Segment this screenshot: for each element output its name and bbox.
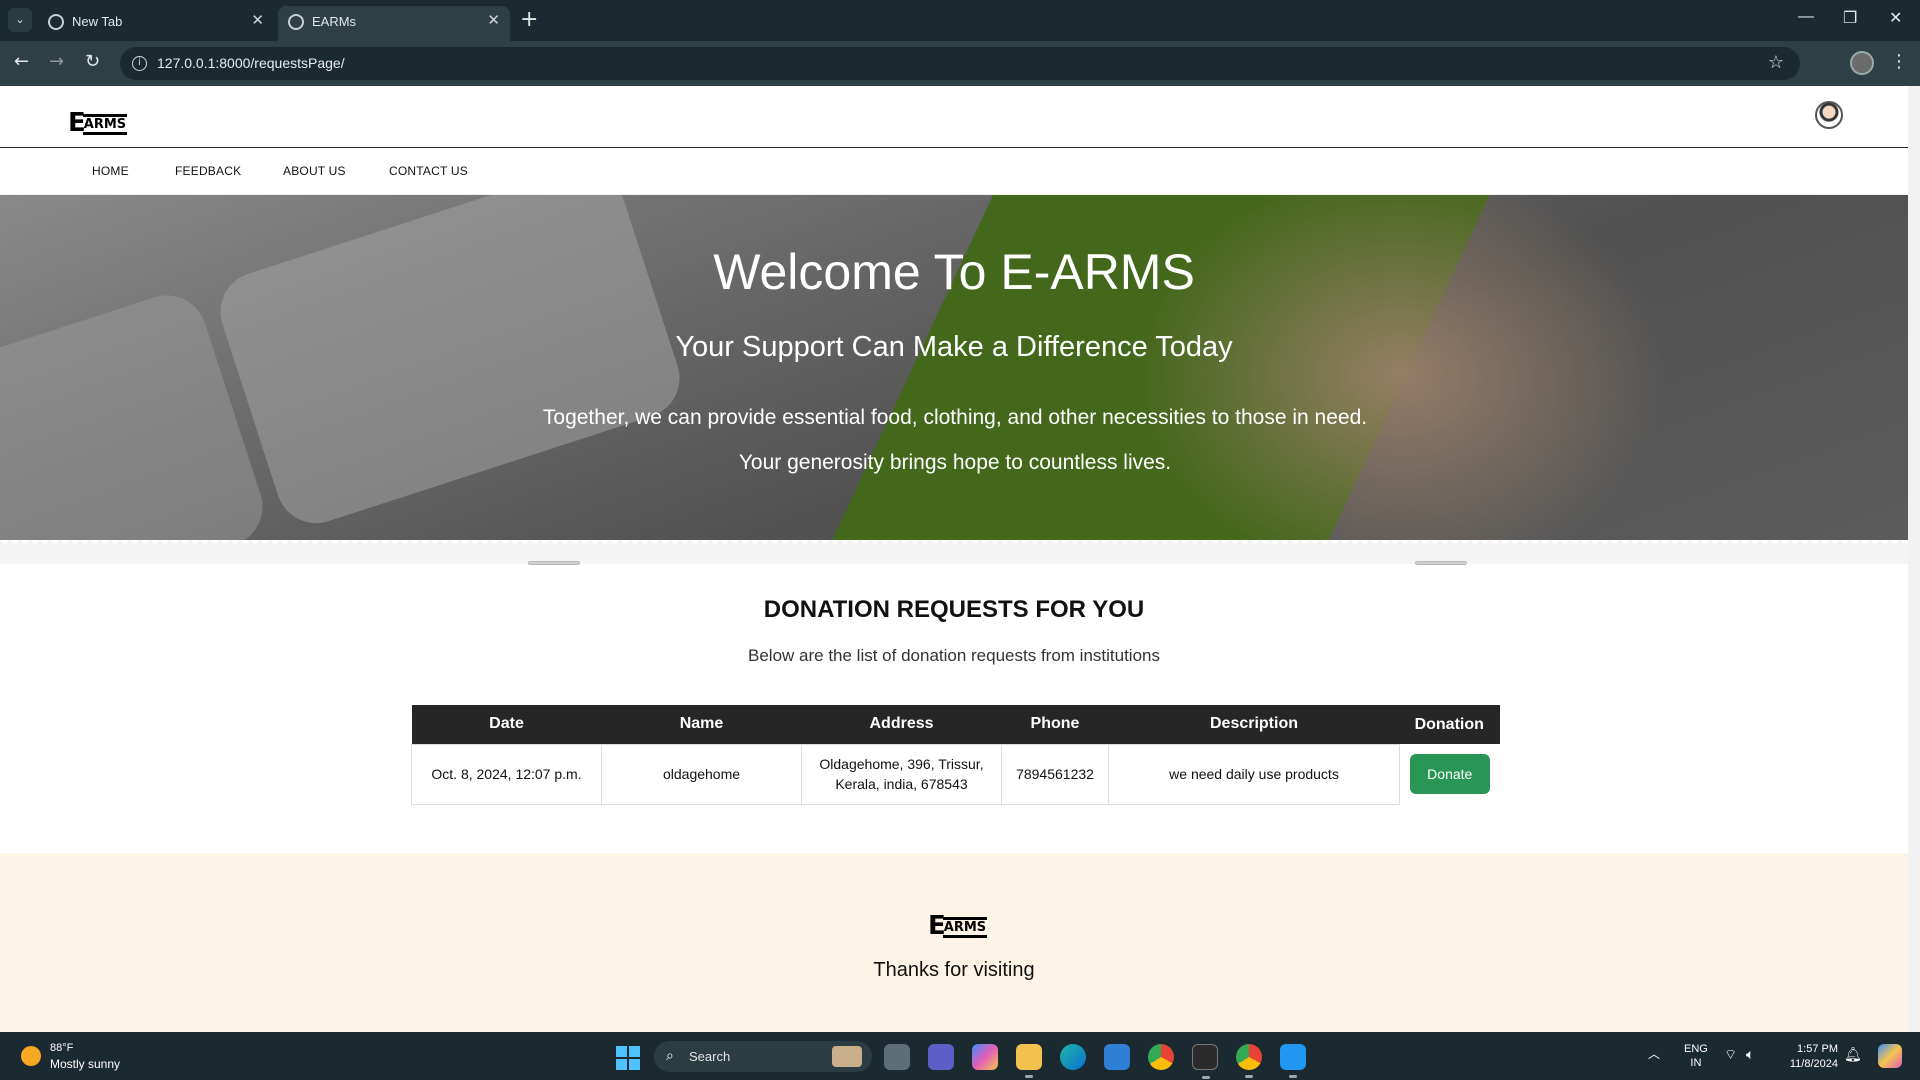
back-icon[interactable]: ← — [14, 51, 29, 72]
cell-name: oldagehome — [601, 743, 802, 805]
address-bar[interactable]: i 127.0.0.1:8000/requestsPage/ ☆ — [120, 47, 1800, 80]
page-scrollbar[interactable] — [1908, 86, 1920, 1032]
footer-text: Thanks for visiting — [873, 959, 1035, 981]
browser-toolbar: ← → ↻ i 127.0.0.1:8000/requestsPage/ ☆ ⋮ — [0, 41, 1920, 86]
store-icon[interactable] — [1104, 1044, 1130, 1070]
column-header: Description — [1108, 705, 1400, 744]
globe-icon — [288, 14, 304, 30]
weather-temp[interactable]: 88°F — [50, 1042, 73, 1054]
nav-home[interactable]: HOME — [92, 164, 129, 178]
terminal-icon[interactable] — [1192, 1044, 1218, 1079]
close-icon[interactable]: ✕ — [251, 11, 264, 29]
slider-handle — [1415, 561, 1467, 565]
new-tab-button[interactable]: + — [520, 6, 538, 34]
nav-about-us[interactable]: ABOUT US — [283, 164, 346, 178]
more-menu-icon[interactable]: ⋮ — [1890, 51, 1908, 72]
hero-subtitle: Your Support Can Make a Difference Today — [675, 331, 1233, 363]
window-close-button[interactable]: ✕ — [1889, 8, 1902, 28]
chrome-profile-icon[interactable] — [1236, 1044, 1262, 1078]
hero-text: Together, we can provide essential food,… — [542, 406, 1368, 474]
minimize-button[interactable]: — — [1798, 8, 1814, 26]
cell-address: Oldagehome, 396, Trissur, Kerala, india,… — [801, 743, 1002, 805]
table-header-row: Date Name Address Phone Description Dona… — [411, 705, 1500, 744]
url-text[interactable]: 127.0.0.1:8000/requestsPage/ — [157, 55, 345, 71]
donate-button[interactable]: Donate — [1409, 754, 1490, 794]
teams-icon[interactable] — [928, 1044, 954, 1070]
tab-title: New Tab — [72, 14, 123, 29]
hero-banner: Welcome To E-ARMS Your Support Can Make … — [0, 195, 1908, 540]
close-icon[interactable]: ✕ — [487, 11, 500, 29]
browser-tab-bar: ⌄ New Tab ✕ EARMs ✕ + — ❐ ✕ — [0, 0, 1920, 41]
bookmark-star-icon[interactable]: ☆ — [1768, 52, 1784, 73]
wifi-icon[interactable]: ⌔ — [1724, 1046, 1737, 1064]
start-windows-icon[interactable] — [616, 1046, 640, 1070]
user-avatar[interactable] — [1815, 101, 1843, 129]
column-header: Name — [601, 705, 802, 744]
column-header: Phone — [1001, 705, 1109, 744]
section-subtitle: Below are the list of donation requests … — [748, 646, 1160, 665]
reload-icon[interactable]: ↻ — [85, 51, 100, 72]
column-header: Donation — [1399, 705, 1500, 744]
cell-donation: Donate — [1399, 744, 1500, 804]
tab-earms[interactable]: EARMs ✕ — [278, 6, 510, 41]
taskbar: 88°F Mostly sunny ⌕ Search ︿ ENG IN ⌔ 🔈︎ … — [0, 1032, 1920, 1080]
section-title: DONATION REQUESTS FOR YOU — [763, 596, 1145, 623]
search-icon: ⌕ — [666, 1047, 674, 1063]
cell-phone: 7894561232 — [1001, 743, 1109, 805]
copilot-icon[interactable] — [1878, 1044, 1902, 1068]
clock[interactable]: 1:57 PM 11/8/2024 — [1780, 1042, 1838, 1072]
weather-desc[interactable]: Mostly sunny — [50, 1057, 120, 1071]
notification-bell-icon[interactable]: 🔔︎ — [1844, 1046, 1862, 1063]
cell-date: Oct. 8, 2024, 12:07 p.m. — [411, 743, 602, 805]
search-label: Search — [689, 1049, 731, 1064]
nav-feedback[interactable]: FEEDBACK — [175, 164, 241, 178]
site-info-icon[interactable]: i — [132, 56, 147, 71]
slider-handle — [528, 561, 580, 565]
taskbar-search[interactable]: ⌕ Search — [654, 1041, 872, 1072]
nav-contact-us[interactable]: CONTACT US — [389, 164, 468, 178]
page-viewport: EARMS HOME FEEDBACK ABOUT US CONTACT US … — [0, 86, 1908, 1032]
site-header: EARMS — [0, 86, 1908, 148]
table-row: Oct. 8, 2024, 12:07 p.m. oldagehome Olda… — [411, 743, 1500, 805]
vscode-icon[interactable] — [1280, 1044, 1306, 1078]
column-header: Date — [411, 705, 602, 744]
tab-title: EARMs — [312, 14, 357, 29]
task-view-icon[interactable] — [884, 1044, 910, 1070]
chrome-taskbar-icon[interactable] — [1148, 1044, 1174, 1070]
search-highlight-image — [832, 1046, 862, 1067]
site-footer: EARMS Thanks for visiting — [0, 853, 1908, 1032]
edge-icon[interactable] — [1060, 1044, 1086, 1070]
volume-icon[interactable]: 🔈︎ — [1746, 1046, 1754, 1063]
footer-logo: EARMS — [928, 911, 988, 941]
site-logo[interactable]: EARMS — [68, 108, 128, 138]
restore-button[interactable]: ❐ — [1843, 8, 1857, 28]
cell-description: we need daily use products — [1108, 743, 1400, 805]
donation-requests-table: Date Name Address Phone Description Dona… — [411, 705, 1500, 805]
tray-chevron-up-icon[interactable]: ︿ — [1648, 1045, 1660, 1062]
hero-title: Welcome To E-ARMS — [713, 244, 1195, 300]
language-indicator[interactable]: ENG IN — [1684, 1042, 1708, 1070]
file-explorer-icon[interactable] — [1016, 1044, 1042, 1078]
site-nav: HOME FEEDBACK ABOUT US CONTACT US — [0, 148, 1908, 195]
tab-new-tab[interactable]: New Tab ✕ — [38, 6, 274, 41]
forward-icon[interactable]: → — [49, 51, 64, 72]
column-header: Address — [801, 705, 1002, 744]
tab-search-dropdown[interactable]: ⌄ — [8, 8, 32, 32]
wave-divider — [0, 540, 1908, 564]
weather-sun-icon[interactable] — [21, 1046, 41, 1066]
copilot-app-icon[interactable] — [972, 1044, 998, 1070]
chrome-icon — [48, 14, 64, 30]
browser-profile-avatar[interactable] — [1850, 51, 1874, 75]
